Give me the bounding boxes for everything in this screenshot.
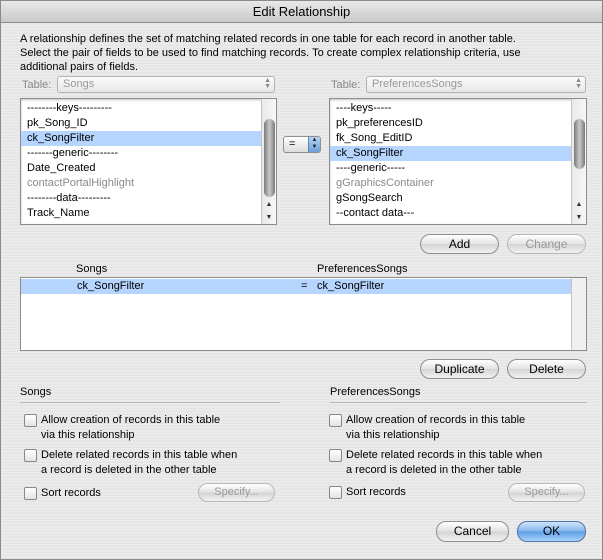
scroll-thumb[interactable] — [264, 119, 275, 197]
field-list-item[interactable]: --------keys--------- — [21, 101, 276, 116]
field-list-item[interactable]: -------generic-------- — [21, 146, 276, 161]
option-label: via this relationship — [346, 429, 440, 441]
scroll-down-icon[interactable]: ▼ — [262, 211, 276, 224]
left-table-popup[interactable]: Songs ▲ ▼ — [57, 76, 275, 93]
description-line: A relationship defines the set of matchi… — [20, 33, 516, 45]
field-list-item[interactable]: contactPortalHighlight — [21, 176, 276, 191]
field-list-item[interactable]: gSongSearch — [330, 191, 586, 206]
option-label: Delete related records in this table whe… — [41, 449, 238, 461]
allow-create-checkbox[interactable] — [24, 414, 37, 427]
delete-button[interactable]: Delete — [507, 359, 586, 379]
field-list-item[interactable]: --------data--------- — [21, 191, 276, 206]
description-line: Select the pair of fields to be used to … — [20, 47, 521, 59]
left-delete-related-option[interactable]: Delete related records in this table whe… — [24, 448, 284, 478]
field-list-item[interactable]: pk_preferencesID — [330, 116, 586, 131]
option-label: Sort records — [41, 487, 101, 499]
field-list-item[interactable]: ----generic----- — [330, 161, 586, 176]
left-allow-create-option[interactable]: Allow creation of records in this table … — [24, 413, 284, 443]
right-specify-button[interactable]: Specify... — [508, 483, 585, 502]
right-field-list[interactable]: ----keys----- pk_preferencesID fk_Song_Edi… — [329, 98, 587, 225]
field-list-item[interactable]: gGraphicsContainer — [330, 176, 586, 191]
left-list-scrollbar[interactable]: ▲ ▼ — [261, 99, 276, 224]
field-list-item[interactable]: ck_SongFilter — [21, 131, 276, 146]
scroll-down-icon[interactable]: ▼ — [572, 211, 586, 224]
right-options-title: PreferencesSongs — [330, 386, 421, 398]
criteria-table[interactable]: ck_SongFilter = ck_SongFilter — [20, 277, 587, 351]
right-table-popup[interactable]: PreferencesSongs ▲ ▼ — [366, 76, 586, 93]
left-table-value: Songs — [63, 78, 95, 90]
description-line: additional pairs of fields. — [20, 61, 139, 73]
criteria-left-field: ck_SongFilter — [77, 280, 145, 292]
field-list-item[interactable]: ck_SongFilter — [330, 146, 586, 161]
change-button[interactable]: Change — [507, 234, 586, 254]
scroll-up-icon[interactable]: ▲ — [572, 198, 586, 211]
right-list-scrollbar[interactable]: ▲ ▼ — [571, 99, 586, 224]
criteria-scrollbar[interactable] — [571, 278, 586, 350]
allow-create-checkbox[interactable] — [329, 414, 342, 427]
delete-related-checkbox[interactable] — [329, 449, 342, 462]
option-label: Allow creation of records in this table — [41, 414, 221, 426]
popup-arrows-icon: ▲ ▼ — [264, 77, 271, 90]
option-label: Delete related records in this table whe… — [346, 449, 543, 461]
popup-arrows-icon: ▲ ▼ — [575, 77, 582, 90]
description-text: A relationship defines the set of matchi… — [20, 32, 590, 74]
criteria-right-field: ck_SongFilter — [317, 280, 385, 292]
scroll-thumb[interactable] — [574, 119, 585, 169]
divider — [330, 402, 587, 403]
cancel-button[interactable]: Cancel — [436, 521, 509, 542]
left-field-list[interactable]: --------keys--------- pk_Song_ID ck_SongFi… — [20, 98, 277, 225]
right-sort-option[interactable]: Sort records — [329, 485, 489, 500]
field-list-item[interactable]: Date_Created — [21, 161, 276, 176]
left-options-title: Songs — [20, 386, 52, 398]
sort-records-checkbox[interactable] — [24, 487, 37, 500]
window-title: Edit Relationship — [1, 1, 602, 23]
option-label: a record is deleted in the other table — [346, 464, 522, 476]
sort-records-checkbox[interactable] — [329, 486, 342, 499]
option-label: Sort records — [346, 486, 406, 498]
right-table-value: PreferencesSongs — [372, 78, 463, 90]
add-button[interactable]: Add — [420, 234, 499, 254]
right-table-label: Table: — [331, 79, 361, 91]
option-label: a record is deleted in the other table — [41, 464, 217, 476]
ok-button[interactable]: OK — [517, 521, 586, 542]
delete-related-checkbox[interactable] — [24, 449, 37, 462]
option-label: Allow creation of records in this table — [346, 414, 526, 426]
field-list-item[interactable]: pk_Song_ID — [21, 116, 276, 131]
criteria-right-header: PreferencesSongs — [317, 263, 408, 275]
operator-value: = — [289, 138, 296, 150]
left-specify-button[interactable]: Specify... — [198, 483, 275, 502]
divider — [20, 402, 280, 403]
field-list-item[interactable]: --contact data--- — [330, 206, 586, 221]
field-list-item[interactable]: Track_Name — [21, 206, 276, 221]
edit-relationship-dialog: Edit Relationship A relationship defines… — [0, 0, 603, 560]
left-table-label: Table: — [22, 79, 52, 91]
scroll-up-icon[interactable]: ▲ — [262, 198, 276, 211]
criteria-row[interactable]: ck_SongFilter = ck_SongFilter — [21, 279, 571, 294]
field-list-item[interactable]: fk_Song_EditID — [330, 131, 586, 146]
right-delete-related-option[interactable]: Delete related records in this table whe… — [329, 448, 589, 478]
stepper-arrows-icon: ▲ ▼ — [308, 137, 320, 152]
criteria-left-header: Songs — [76, 263, 108, 275]
duplicate-button[interactable]: Duplicate — [420, 359, 499, 379]
field-list-item[interactable]: ----keys----- — [330, 101, 586, 116]
left-sort-option[interactable]: Sort records — [24, 486, 184, 501]
option-label: via this relationship — [41, 429, 135, 441]
operator-select[interactable]: = ▲ ▼ — [283, 136, 321, 153]
criteria-operator: = — [301, 280, 308, 292]
right-allow-create-option[interactable]: Allow creation of records in this table … — [329, 413, 589, 443]
